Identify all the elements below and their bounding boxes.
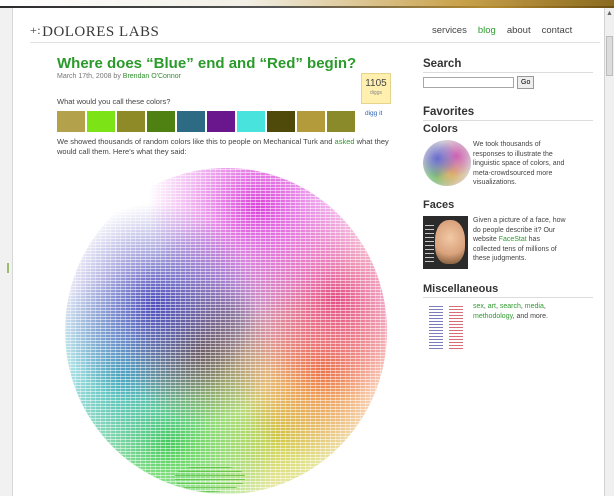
color-swatch (177, 111, 205, 132)
post-date: March 17th, 2008 by (57, 73, 121, 80)
search-form: Go (423, 76, 593, 89)
color-swatch (207, 111, 235, 132)
vertical-scrollbar[interactable]: ▲ (604, 8, 614, 496)
misc-text-after: , and more. (512, 312, 548, 320)
faces-entry: Given a picture of a face, how do people… (423, 216, 573, 274)
faces-thumbnail[interactable] (423, 216, 468, 269)
logo-text: DOLORES LABS (42, 24, 160, 40)
misc-thumb-column (449, 305, 463, 349)
color-swatch (267, 111, 295, 132)
misc-thumb-column (429, 305, 443, 349)
misc-heading: Miscellaneous (423, 283, 499, 295)
faces-rating-bars (425, 222, 434, 262)
search-heading: Search (423, 58, 462, 70)
header-divider (30, 42, 600, 43)
favorites-section: Favorites (423, 106, 593, 121)
color-swatch (57, 111, 85, 132)
colors-thumbnail[interactable] (423, 140, 471, 186)
favorite-colors: Colors (423, 123, 458, 135)
colors-heading[interactable]: Colors (423, 123, 458, 135)
digg-badge[interactable]: 1105 diggs (361, 73, 391, 104)
faces-heading[interactable]: Faces (423, 199, 454, 211)
digg-count: 1105 (365, 78, 387, 89)
post-meta: March 17th, 2008 by Brendan O'Connor (57, 73, 181, 80)
misc-link-sex[interactable]: sex (473, 303, 484, 310)
window-top-strip (0, 0, 614, 8)
frame-marker (7, 263, 9, 273)
main-nav: services blog about contact (432, 25, 583, 36)
color-cloud-tail (175, 466, 245, 492)
scroll-up-arrow-icon[interactable]: ▲ (606, 10, 613, 18)
post-title[interactable]: Where does “Blue” end and “Red” begin? (57, 55, 356, 72)
post-question: What would you call these colors? (57, 97, 171, 106)
nav-blog[interactable]: blog (478, 25, 496, 36)
misc-links: sex, art, search, media, methodology, an… (473, 303, 548, 320)
misc-thumbnail[interactable] (423, 302, 471, 352)
face-photo (435, 220, 465, 264)
color-swatch (237, 111, 265, 132)
misc-entry: sex, art, search, media, methodology, an… (423, 302, 573, 356)
nav-about[interactable]: about (507, 25, 531, 36)
facestat-link[interactable]: FaceStat (499, 236, 527, 243)
misc-link-methodology[interactable]: methodology (473, 313, 513, 320)
site-logo[interactable]: +:DOLORES LABS (30, 23, 159, 41)
desc-text-before: We showed thousands of random colors lik… (57, 137, 333, 146)
color-swatch-strip (57, 111, 355, 132)
color-swatch (87, 111, 115, 132)
post-description: We showed thousands of random colors lik… (57, 137, 397, 157)
search-divider (423, 72, 593, 73)
logo-plus-icon: +: (30, 23, 42, 37)
colors-description: We took thousands of responses to illust… (473, 141, 565, 186)
misc-link-art[interactable]: art (488, 303, 496, 310)
misc-link-media[interactable]: media (525, 303, 544, 310)
color-swatch (297, 111, 325, 132)
color-swatch (117, 111, 145, 132)
colors-entry: We took thousands of responses to illust… (423, 140, 573, 190)
faces-description: Given a picture of a face, how do people… (473, 216, 569, 264)
favorites-heading: Favorites (423, 106, 475, 118)
favorite-faces: Faces (423, 199, 454, 211)
sidebar-search: Search Go (423, 58, 593, 89)
color-cloud-text-texture (65, 168, 387, 494)
nav-contact[interactable]: contact (542, 25, 573, 36)
misc-link-search[interactable]: search (500, 303, 521, 310)
favorite-misc: Miscellaneous (423, 283, 593, 298)
asked-link[interactable]: asked (335, 137, 355, 146)
digg-unit: diggs (370, 90, 382, 96)
post-author-link[interactable]: Brendan O'Connor (123, 73, 181, 80)
scroll-thumb[interactable] (606, 36, 613, 76)
favorites-divider (423, 120, 593, 121)
window-left-frame (0, 8, 13, 496)
search-input[interactable] (423, 77, 514, 88)
color-names-visualization (57, 166, 397, 494)
color-swatch (327, 111, 355, 132)
color-swatch (147, 111, 175, 132)
nav-services[interactable]: services (432, 25, 467, 36)
misc-divider (423, 297, 593, 298)
search-go-button[interactable]: Go (517, 76, 535, 89)
digg-it-link[interactable]: digg it (365, 110, 382, 117)
